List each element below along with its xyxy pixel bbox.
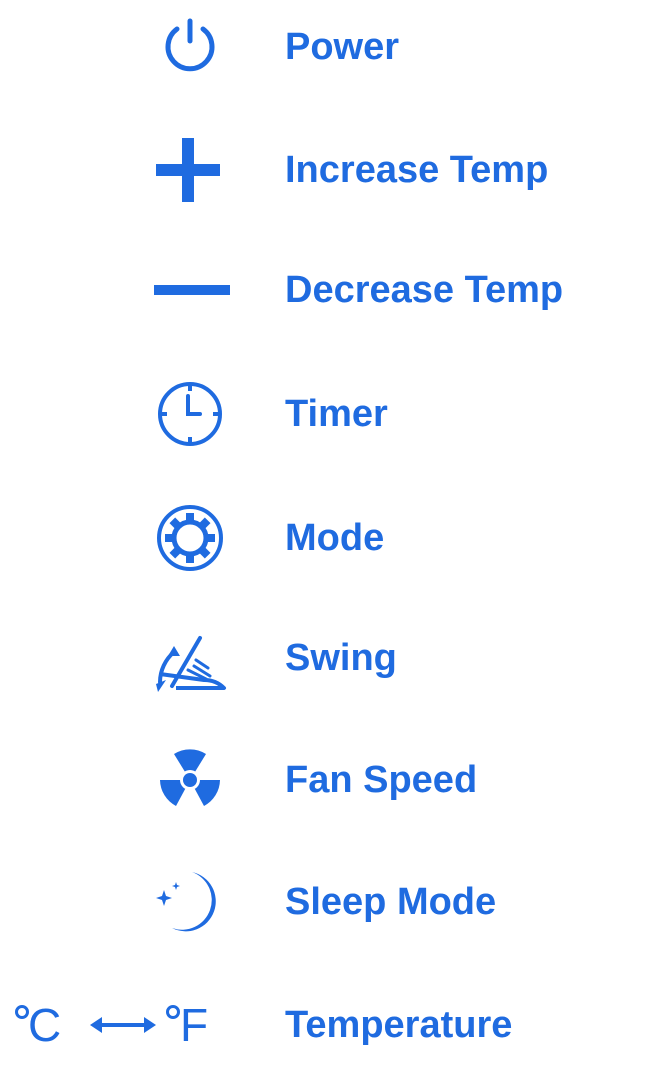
remote-legend: { "theme": { "accent": "#1f6be0", "backg…	[0, 0, 659, 1056]
legend-label-power: Power	[285, 26, 400, 68]
legend-row-power: Power	[0, 7, 659, 87]
legend-row-temperature: C F Temperature	[0, 985, 659, 1065]
power-icon	[165, 18, 215, 72]
plus-icon	[156, 138, 220, 202]
legend-label-increase-temp: Increase Temp	[285, 149, 549, 191]
legend-label-timer: Timer	[285, 393, 388, 435]
legend-row-fan-speed: Fan Speed	[0, 740, 659, 820]
gear-icon	[157, 505, 223, 571]
legend-label-swing: Swing	[285, 637, 397, 679]
unit-celsius: C	[28, 999, 62, 1051]
celsius-fahrenheit-icon: C F	[0, 985, 240, 1065]
legend-label-mode: Mode	[285, 517, 385, 559]
fan-icon	[160, 749, 220, 806]
legend-label-fan-speed: Fan Speed	[285, 759, 478, 801]
legend-row-sleep-mode: Sleep Mode	[0, 862, 659, 942]
minus-icon	[154, 285, 230, 295]
legend-row-increase-temp: Increase Temp	[0, 130, 659, 210]
legend-label-decrease-temp: Decrease Temp	[285, 269, 564, 311]
moon-icon	[156, 872, 216, 932]
clock-icon	[158, 382, 222, 446]
legend-row-decrease-temp: Decrease Temp	[0, 250, 659, 330]
two-way-arrow-icon	[90, 1017, 156, 1033]
legend-row-swing: Swing	[0, 618, 659, 698]
legend-label-sleep-mode: Sleep Mode	[285, 881, 497, 923]
unit-fahrenheit: F	[180, 999, 209, 1051]
legend-row-mode: Mode	[0, 498, 659, 578]
legend-label-temperature: Temperature	[285, 1004, 513, 1046]
degree-symbol-left	[15, 1005, 29, 1019]
legend-row-timer: Timer	[0, 374, 659, 454]
swing-icon	[156, 636, 226, 692]
degree-symbol-right	[166, 1005, 180, 1019]
